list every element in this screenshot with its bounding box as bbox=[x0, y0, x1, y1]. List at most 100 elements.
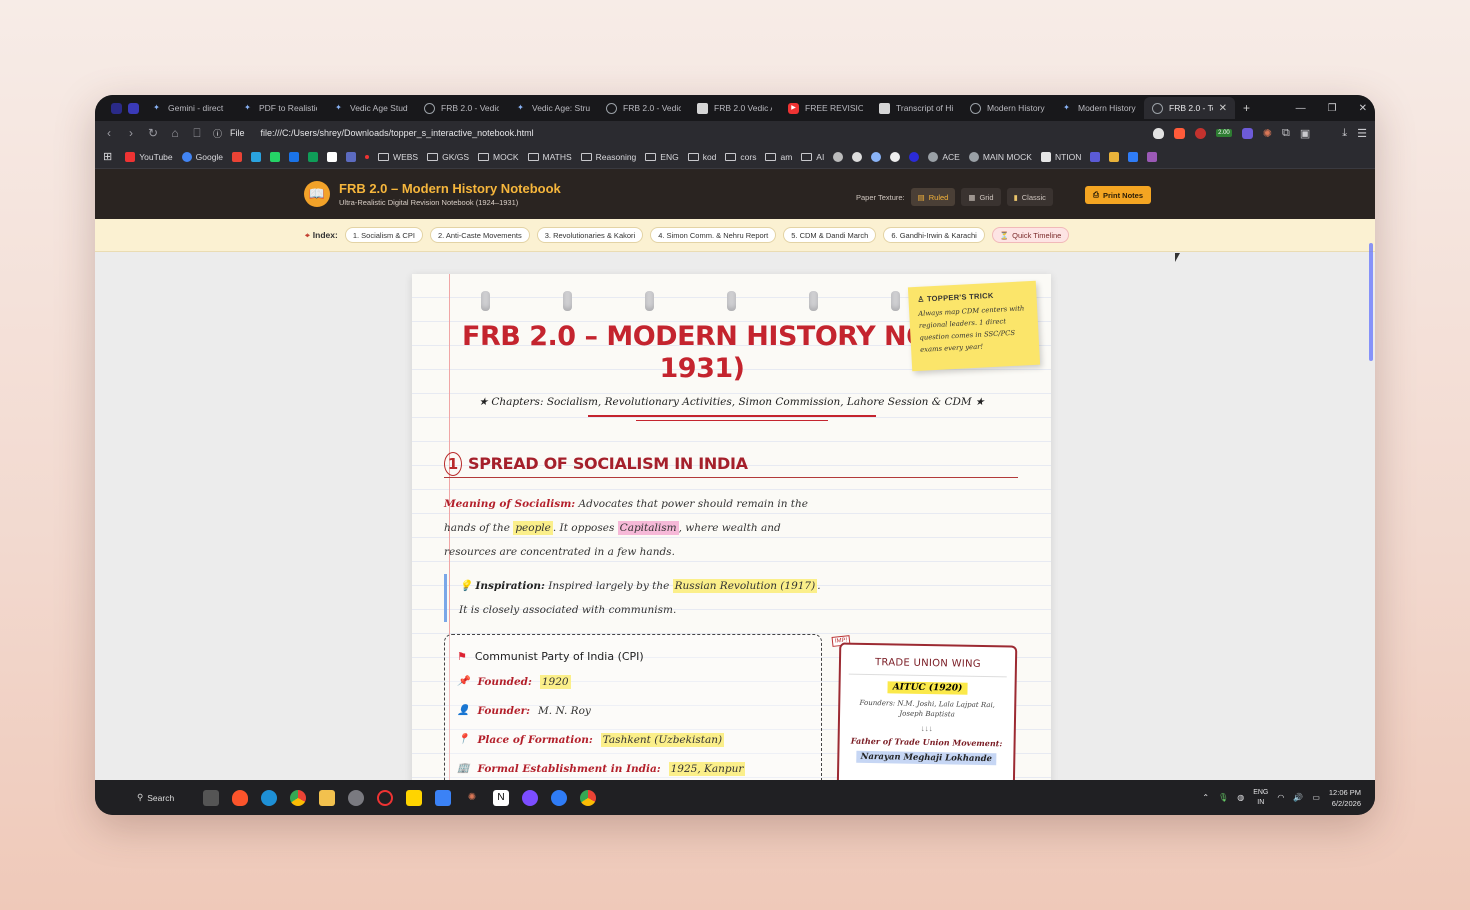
bookmark-webs[interactable]: WEBS bbox=[378, 152, 418, 162]
bookmark-ntion[interactable]: NTION bbox=[1040, 151, 1081, 162]
index-item-3[interactable]: 3. Revolutionaries & Kakori bbox=[536, 227, 644, 243]
url-text[interactable]: file:///C:/Users/shrey/Downloads/topper_… bbox=[261, 128, 534, 138]
tab-8[interactable]: Transcript of Hi bbox=[871, 97, 962, 119]
close-tab-icon[interactable]: ✕ bbox=[1219, 103, 1227, 114]
wifi-icon[interactable]: ◠ bbox=[1277, 793, 1284, 802]
network-icon[interactable]: ◍ bbox=[1237, 793, 1244, 802]
sticky-notes-icon[interactable] bbox=[406, 789, 422, 806]
tab-3[interactable]: FRB 2.0 - Vedic bbox=[416, 97, 507, 119]
bookmark-shortcut-icon[interactable] bbox=[270, 151, 281, 162]
bookmark-youtube[interactable]: YouTube bbox=[125, 151, 173, 162]
extension-red-icon[interactable] bbox=[1195, 127, 1207, 139]
extension-badge[interactable]: 2.00 bbox=[1216, 129, 1232, 137]
minimize-icon[interactable]: — bbox=[1296, 103, 1306, 114]
index-item-2[interactable]: 2. Anti-Caste Movements bbox=[429, 227, 530, 243]
edge-icon[interactable] bbox=[261, 789, 277, 806]
reload-icon[interactable]: ↻ bbox=[147, 126, 159, 140]
volume-icon[interactable]: 🔊 bbox=[1293, 793, 1303, 802]
bookmark-shortcut-icon[interactable] bbox=[852, 151, 863, 162]
tab-6[interactable]: FRB 2.0 Vedic A bbox=[689, 97, 780, 119]
apps-grid-icon[interactable]: ⊞ bbox=[103, 150, 112, 163]
close-window-icon[interactable]: ✕ bbox=[1359, 103, 1367, 114]
chrome-profile-icon[interactable] bbox=[580, 789, 596, 806]
texture-classic-button[interactable]: ▮ Classic bbox=[1006, 188, 1053, 206]
bookmark-shortcut-icon[interactable] bbox=[1147, 151, 1158, 162]
index-item-1[interactable]: 1. Socialism & CPI bbox=[344, 227, 423, 243]
bookmark-shortcut-icon[interactable] bbox=[365, 154, 370, 159]
clock[interactable]: 12:06 PM 6/2/2026 bbox=[1329, 787, 1361, 809]
bookmark-shortcut-icon[interactable] bbox=[871, 151, 882, 162]
bookmark-main-mock[interactable]: MAIN MOCK bbox=[968, 151, 1032, 162]
bookmark-shortcut-icon[interactable] bbox=[833, 151, 844, 162]
tab-sidebar-toggle[interactable] bbox=[103, 97, 143, 119]
new-tab-button[interactable]: + bbox=[1235, 97, 1257, 119]
bookmark-cors[interactable]: cors bbox=[725, 152, 756, 162]
bookmark-eng[interactable]: ENG bbox=[645, 152, 679, 162]
bookmark-ai[interactable]: AI bbox=[801, 152, 824, 162]
texture-grid-button[interactable]: ▦ Grid bbox=[961, 188, 1001, 206]
bookmark-shortcut-icon[interactable] bbox=[289, 151, 300, 162]
address-bar[interactable]: ⓘ File file:///C:/Users/shrey/Downloads/… bbox=[213, 127, 1143, 140]
print-notes-button[interactable]: ⎙ Print Notes bbox=[1085, 186, 1152, 204]
tab-4[interactable]: ✦ Vedic Age: Struc bbox=[507, 97, 598, 119]
tab-10[interactable]: ✦ Modern History bbox=[1053, 97, 1144, 119]
bookmark-shortcut-icon[interactable] bbox=[890, 151, 901, 162]
bookmark-shortcut-icon[interactable] bbox=[251, 151, 262, 162]
tab-5[interactable]: FRB 2.0 - Vedic bbox=[598, 97, 689, 119]
wallet-icon[interactable]: ▣ bbox=[1300, 127, 1310, 140]
tab-9[interactable]: Modern History bbox=[962, 97, 1053, 119]
notepad-icon[interactable] bbox=[435, 789, 451, 806]
chrome-icon[interactable] bbox=[290, 789, 306, 806]
task-view-icon[interactable] bbox=[203, 789, 219, 806]
bookmark-kod[interactable]: kod bbox=[687, 152, 716, 162]
app-red-circle-icon[interactable] bbox=[377, 789, 393, 806]
index-quick-timeline[interactable]: ⏳ Quick Timeline bbox=[991, 227, 1070, 243]
tab-11[interactable]: FRB 2.0 - To ✕ bbox=[1144, 97, 1235, 119]
home-icon[interactable]: ⌂ bbox=[169, 126, 181, 140]
bookmark-shortcut-icon[interactable] bbox=[308, 151, 319, 162]
language-indicator[interactable]: ENG IN bbox=[1253, 788, 1268, 808]
download-icon[interactable]: ⤓ bbox=[1342, 127, 1347, 140]
bookmark-shortcut-icon[interactable] bbox=[1109, 151, 1120, 162]
bookmark-shortcut-icon[interactable] bbox=[909, 151, 920, 162]
bookmark-icon[interactable]: ⎕ bbox=[191, 126, 203, 141]
app-blue-icon[interactable] bbox=[551, 789, 567, 806]
claude-icon[interactable]: ✺ bbox=[1263, 127, 1272, 140]
settings-icon[interactable] bbox=[348, 789, 364, 806]
mic-icon[interactable]: 🎙 bbox=[1218, 793, 1228, 802]
claude-taskbar-icon[interactable]: ✺ bbox=[464, 790, 480, 806]
index-item-4[interactable]: 4. Simon Comm. & Nehru Report bbox=[650, 227, 777, 243]
bookmark-mock[interactable]: MOCK bbox=[478, 152, 519, 162]
brave-rewards-icon[interactable] bbox=[1174, 127, 1186, 139]
taskbar-search[interactable]: ⚲ Search bbox=[137, 792, 195, 803]
index-item-5[interactable]: 5. CDM & Dandi March bbox=[783, 227, 877, 243]
back-icon[interactable]: ‹ bbox=[103, 126, 115, 140]
brave-shield-icon[interactable] bbox=[1153, 127, 1165, 139]
forward-icon[interactable]: › bbox=[125, 126, 137, 140]
bookmark-shortcut-icon[interactable] bbox=[327, 151, 338, 162]
bookmark-shortcut-icon[interactable] bbox=[1128, 151, 1139, 162]
app-purple-icon[interactable] bbox=[522, 789, 538, 806]
bookmark-ace[interactable]: ACE bbox=[928, 151, 960, 162]
texture-ruled-button[interactable]: ▤ Ruled bbox=[910, 188, 956, 206]
index-item-6[interactable]: 6. Gandhi-Irwin & Karachi bbox=[883, 227, 985, 243]
tab-2[interactable]: ✦ Vedic Age Study bbox=[325, 97, 416, 119]
tab-7[interactable]: ▶ FREE REVISION bbox=[780, 97, 871, 119]
bookmark-shortcut-icon[interactable] bbox=[346, 151, 357, 162]
bookmark-shortcut-icon[interactable] bbox=[232, 151, 243, 162]
menu-icon[interactable]: ☰ bbox=[1357, 127, 1367, 140]
extension-purple-icon[interactable] bbox=[1241, 127, 1253, 139]
chevron-up-icon[interactable]: ⌃ bbox=[1202, 793, 1209, 802]
tab-1[interactable]: ✦ PDF to Realistic bbox=[234, 97, 325, 119]
bookmark-gk-gs[interactable]: GK/GS bbox=[427, 152, 469, 162]
bookmark-google[interactable]: Google bbox=[181, 151, 223, 162]
brave-icon[interactable] bbox=[232, 789, 248, 806]
battery-icon[interactable]: ▭ bbox=[1312, 793, 1320, 802]
windows-start-icon[interactable] bbox=[109, 790, 124, 805]
tab-0[interactable]: ✦ Gemini - direct a bbox=[143, 97, 234, 119]
bookmark-shortcut-icon[interactable] bbox=[1090, 151, 1101, 162]
bookmark-reasoning[interactable]: Reasoning bbox=[580, 152, 636, 162]
bookmark-am[interactable]: am bbox=[765, 152, 792, 162]
bookmark-maths[interactable]: MATHS bbox=[527, 152, 572, 162]
extensions-puzzle-icon[interactable]: ⧉ bbox=[1282, 127, 1290, 140]
